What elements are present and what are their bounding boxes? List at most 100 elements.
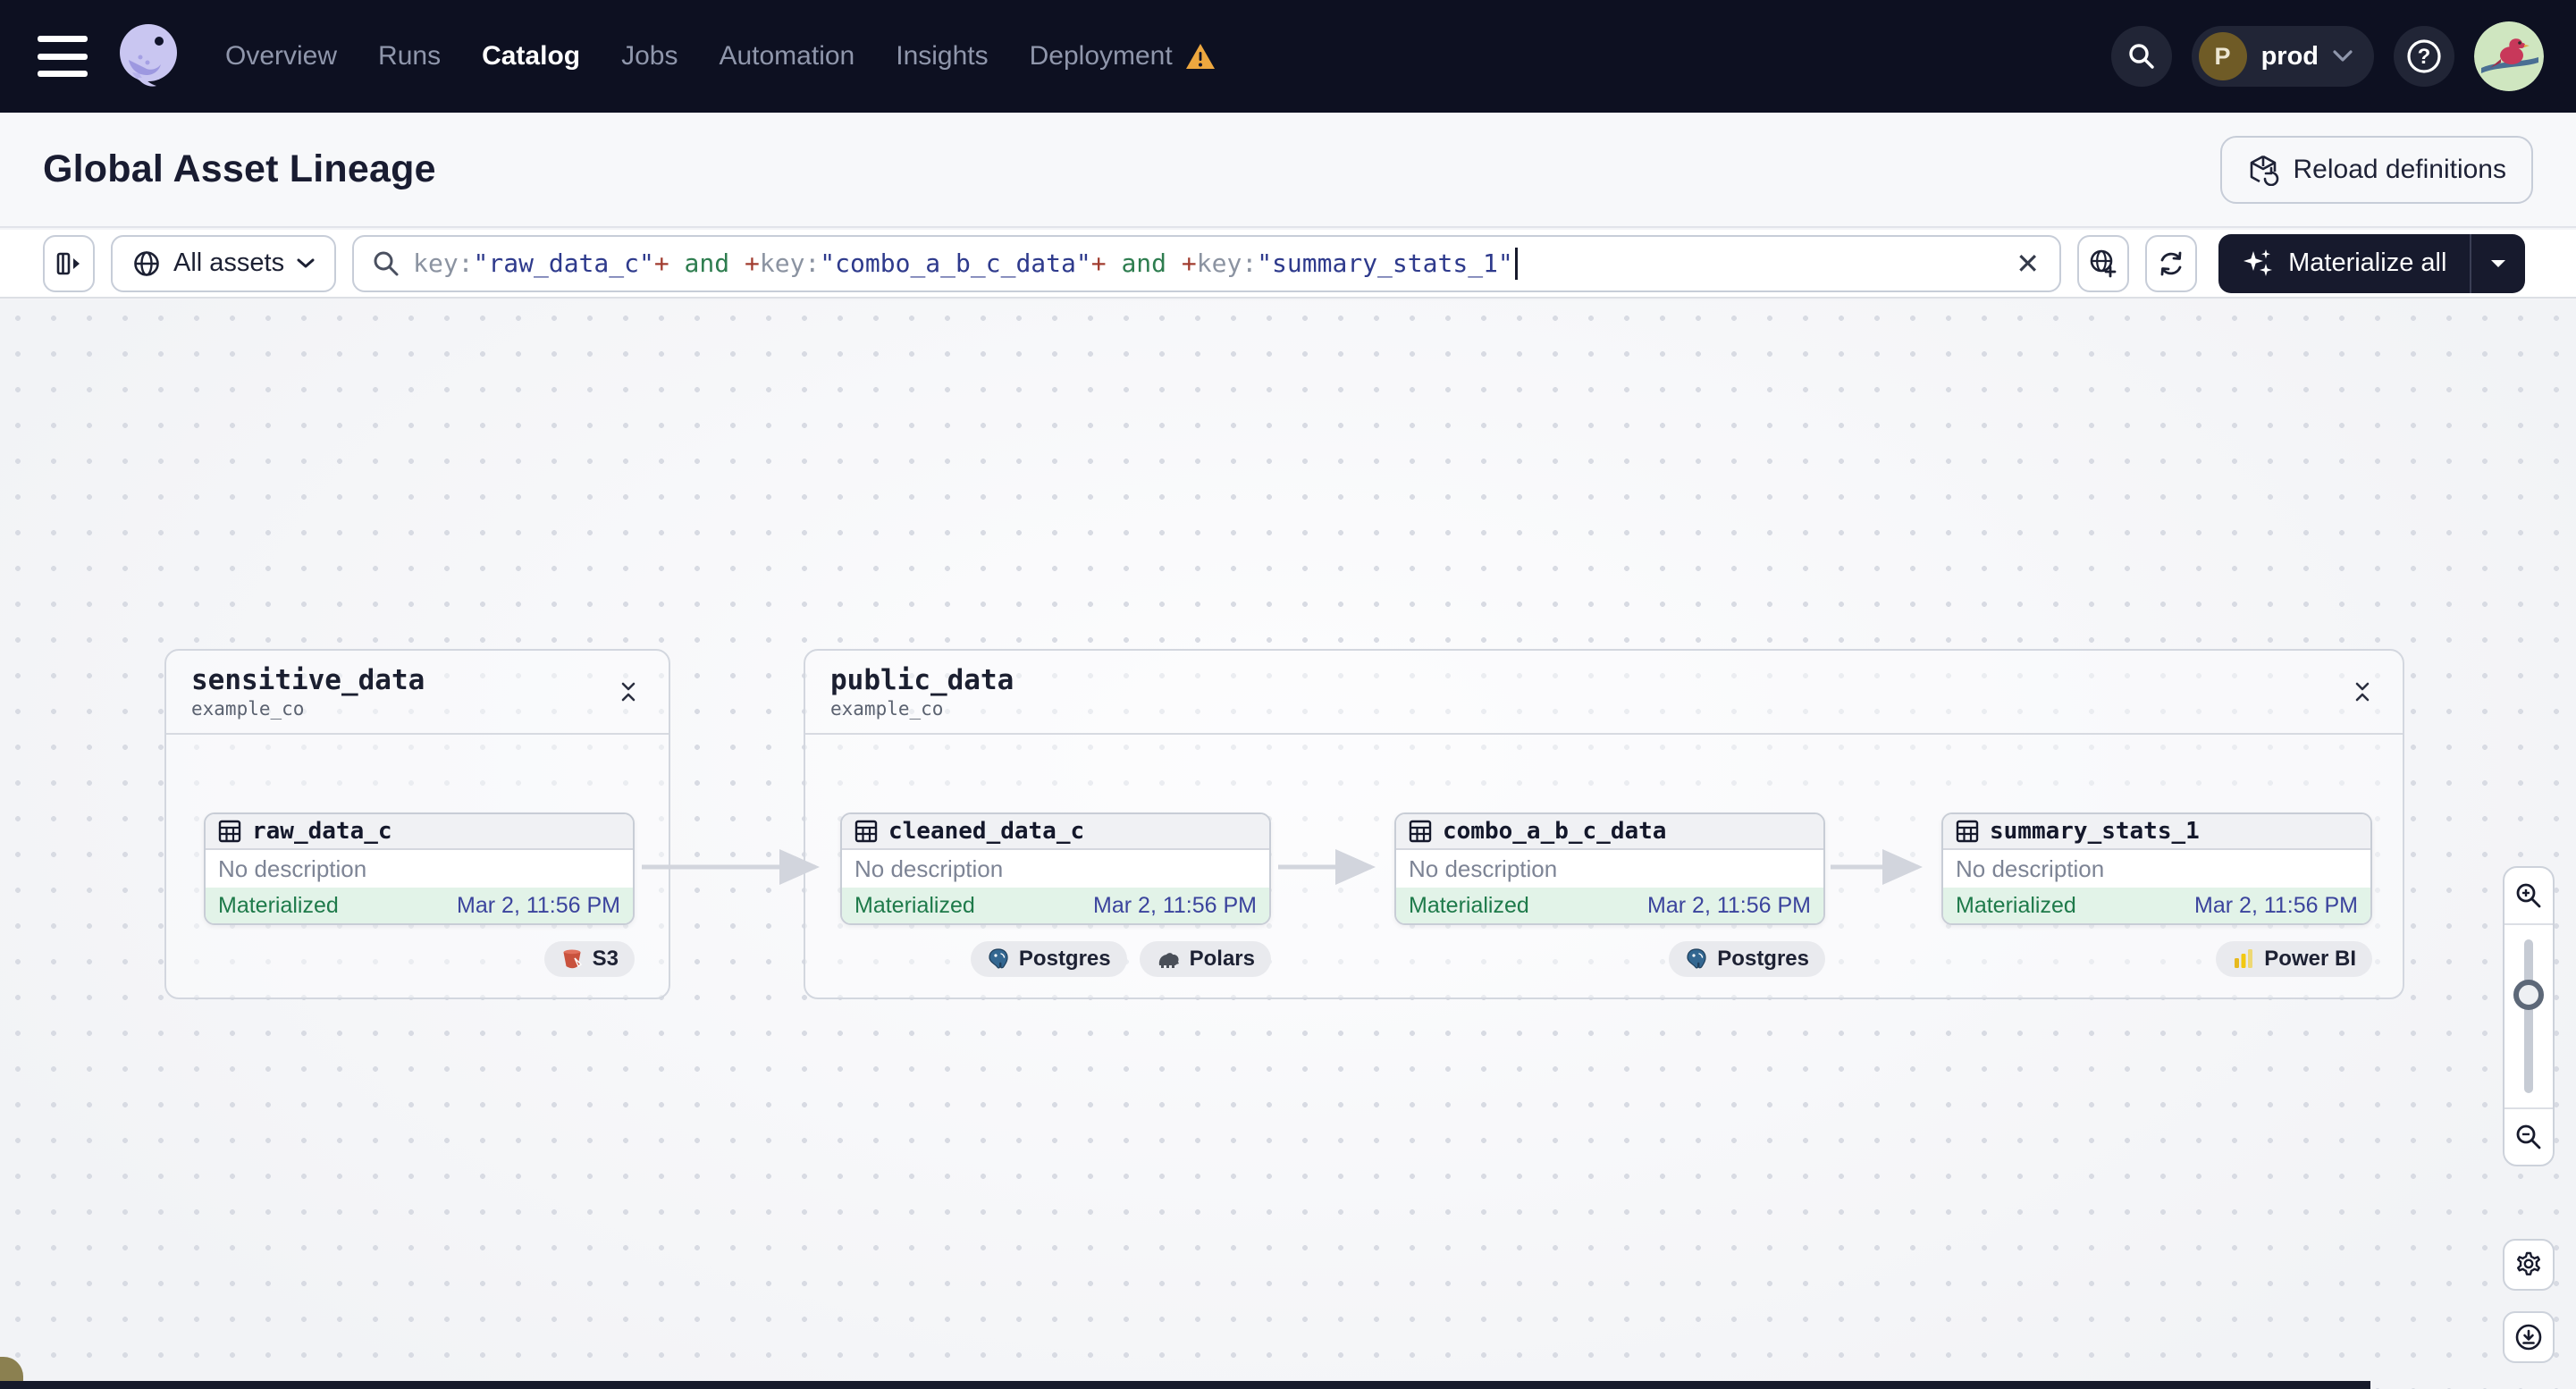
chevron-down-icon	[2333, 50, 2353, 62]
open-panel-button[interactable]	[43, 234, 95, 292]
gear-icon	[2517, 1251, 2540, 1275]
collapse-group-icon[interactable]	[2345, 674, 2379, 710]
asset-tags: Postgres Polars	[840, 941, 1271, 977]
status-badge: Materialized	[218, 892, 339, 918]
zoom-slider-track	[2524, 939, 2533, 1093]
warning-icon	[1185, 44, 1215, 69]
nav-item-overview[interactable]: Overview	[225, 41, 337, 72]
asset-filter-input[interactable]: key: "raw_data_c" + and + key: "combo_a_b_c_…	[352, 234, 2062, 292]
tag-label: Postgres	[1018, 947, 1111, 971]
menu-icon[interactable]	[38, 36, 88, 77]
globe-plus-icon	[2090, 249, 2117, 277]
group-title: public_data	[830, 664, 1014, 696]
reload-cube-icon	[2250, 155, 2278, 186]
tag-label: Polars	[1189, 947, 1255, 971]
tag-s3[interactable]: S3	[543, 941, 635, 977]
user-avatar[interactable]	[2474, 21, 2544, 91]
tag-postgres[interactable]: Postgres	[1669, 941, 1825, 977]
asset-name: combo_a_b_c_data	[1443, 818, 1667, 845]
nav-item-runs[interactable]: Runs	[378, 41, 441, 72]
asset-tags: Postgres	[1394, 941, 1825, 977]
asset-node-combo-a-b-c-data[interactable]: combo_a_b_c_data No description Material…	[1394, 812, 1825, 925]
group-title: sensitive_data	[191, 664, 425, 696]
nav-item-deployment[interactable]: Deployment	[1030, 41, 1216, 72]
asset-node-header: raw_data_c	[206, 814, 633, 850]
nav-item-catalog[interactable]: Catalog	[482, 41, 580, 72]
asset-tags: S3	[204, 941, 635, 977]
status-badge: Materialized	[1956, 892, 2076, 918]
nav-item-automation[interactable]: Automation	[719, 41, 854, 72]
asset-node-summary-stats-1[interactable]: summary_stats_1 No description Materiali…	[1941, 812, 2372, 925]
nav-items: Overview Runs Catalog Jobs Automation In…	[225, 41, 1216, 72]
download-icon	[2515, 1324, 2542, 1351]
collapse-group-icon[interactable]	[611, 674, 645, 710]
download-graph-button[interactable]	[2503, 1311, 2555, 1363]
reload-definitions-button[interactable]: Reload definitions	[2219, 135, 2533, 204]
asset-status-row: Materialized Mar 2, 11:56 PM	[1396, 888, 1823, 923]
zoom-out-button[interactable]	[2504, 1107, 2553, 1165]
graph-settings-button[interactable]	[2503, 1239, 2555, 1291]
postgres-icon	[1687, 948, 1706, 969]
zoom-in-button[interactable]	[2504, 868, 2553, 925]
asset-description: No description	[1956, 854, 2105, 882]
materialization-timestamp: Mar 2, 11:56 PM	[1647, 892, 1811, 918]
asset-name: raw_data_c	[252, 818, 392, 845]
search-icon[interactable]	[2110, 26, 2172, 87]
asset-node-raw-data-c[interactable]: raw_data_c No description Materialized M…	[204, 812, 635, 925]
status-badge: Materialized	[1409, 892, 1529, 918]
page-header: Global Asset Lineage Reload definitions	[0, 113, 2576, 228]
clear-filter-icon[interactable]: ✕	[2016, 237, 2040, 290]
page-title: Global Asset Lineage	[43, 147, 436, 190]
svg-text:?: ?	[2418, 45, 2431, 69]
polars-icon	[1158, 953, 1179, 968]
asset-scope-dropdown[interactable]: All assets	[111, 234, 337, 292]
text-cursor	[1514, 247, 1518, 280]
refresh-icon	[2160, 251, 2182, 275]
materialize-options-button[interactable]	[2471, 234, 2525, 293]
asset-tags: Power BI	[1941, 941, 2372, 977]
powerbi-icon	[2235, 949, 2253, 968]
asset-node-header: cleaned_data_c	[842, 814, 1269, 850]
reload-definitions-label: Reload definitions	[2293, 154, 2507, 184]
zoom-in-icon	[2516, 883, 2541, 908]
zoom-controls	[2503, 866, 2555, 1166]
asset-node-cleaned-data-c[interactable]: cleaned_data_c No description Materializ…	[840, 812, 1271, 925]
materialization-timestamp: Mar 2, 11:56 PM	[1093, 892, 1257, 918]
s3-icon	[563, 949, 582, 969]
materialize-all-button[interactable]: Materialize all	[2218, 234, 2470, 293]
chevron-down-icon	[297, 258, 315, 267]
zoom-slider-thumb[interactable]	[2513, 979, 2544, 1010]
lineage-canvas[interactable]: sensitive_data example_co public_data ex…	[0, 300, 2576, 1389]
nav-item-jobs[interactable]: Jobs	[621, 41, 678, 72]
group-subtitle: example_co	[830, 697, 944, 720]
zoom-out-icon	[2516, 1124, 2541, 1149]
tag-label: Power BI	[2264, 947, 2356, 971]
status-badge: Materialized	[854, 892, 975, 918]
table-icon	[218, 820, 241, 843]
globe-icon	[134, 250, 159, 276]
asset-name: cleaned_data_c	[888, 818, 1085, 845]
asset-description: No description	[218, 854, 367, 882]
zoom-slider[interactable]	[2504, 925, 2553, 1107]
asset-scope-label: All assets	[173, 248, 285, 277]
lineage-toolbar: All assets key: "raw_data_c" + and + key: "c…	[0, 230, 2576, 299]
tag-polars[interactable]: Polars	[1139, 941, 1271, 977]
top-nav: Overview Runs Catalog Jobs Automation In…	[0, 0, 2576, 113]
asset-status-row: Materialized Mar 2, 11:56 PM	[1943, 888, 2370, 923]
graph-filters-button[interactable]	[2077, 234, 2130, 292]
nav-item-insights[interactable]: Insights	[896, 41, 988, 72]
group-subtitle: example_co	[191, 697, 305, 720]
refresh-button[interactable]	[2145, 234, 2198, 292]
help-icon[interactable]: ?	[2394, 26, 2454, 87]
tag-label: Postgres	[1717, 947, 1809, 971]
tag-power-bi[interactable]: Power BI	[2216, 941, 2372, 977]
table-icon	[1409, 820, 1432, 843]
deployment-switcher[interactable]: P prod	[2191, 26, 2374, 87]
materialize-all-split-button: Materialize all	[2218, 233, 2526, 293]
asset-node-header: summary_stats_1	[1943, 814, 2370, 850]
table-icon	[1956, 820, 1979, 843]
top-nav-right: P prod ?	[2110, 21, 2544, 91]
tag-postgres[interactable]: Postgres	[970, 941, 1127, 977]
dagster-logo-icon[interactable]	[111, 19, 186, 94]
asset-description: No description	[854, 854, 1004, 882]
